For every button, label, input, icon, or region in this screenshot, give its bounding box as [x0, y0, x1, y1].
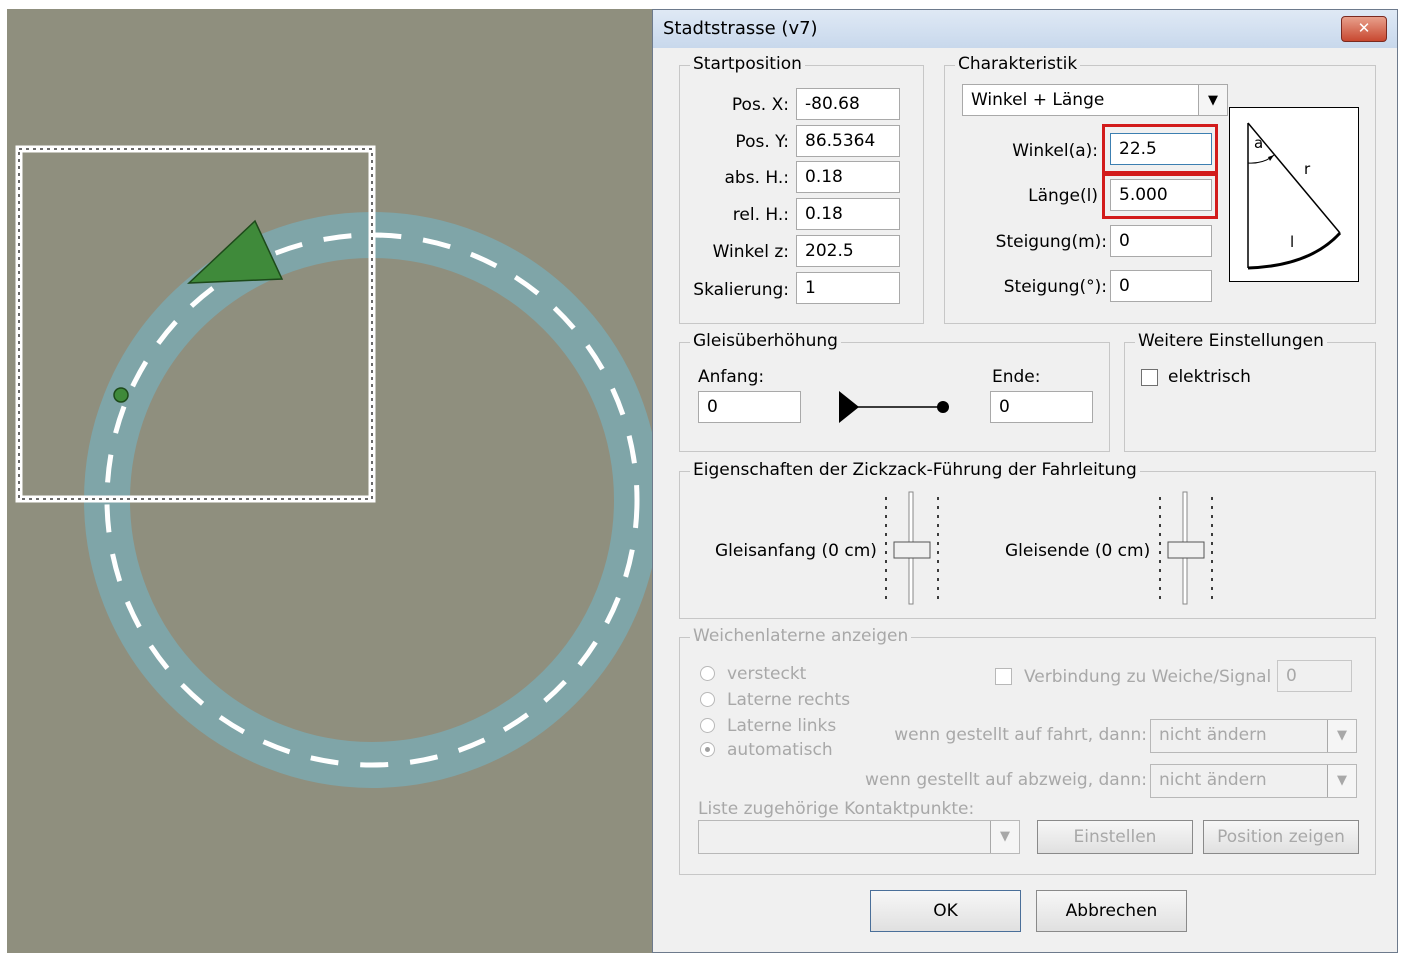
ende-input[interactable]: 0	[990, 391, 1093, 423]
charakteristik-legend: Charakteristik	[955, 54, 1081, 74]
track-viewport[interactable]	[7, 9, 652, 953]
steigung-deg-input[interactable]: 0	[1110, 270, 1212, 302]
fahrt-label: wenn gestellt auf fahrt, dann:	[894, 725, 1147, 745]
winkel-a-input[interactable]: 22.5	[1110, 133, 1212, 165]
gleisueberhoehung-legend: Gleisüberhöhung	[690, 331, 841, 351]
winkel-z-label: Winkel z:	[712, 242, 789, 262]
weichenlaterne-legend: Weichenlaterne anzeigen	[690, 626, 912, 646]
abzweig-select[interactable]: nicht ändern ▼	[1150, 764, 1357, 798]
laenge-input[interactable]: 5.000	[1110, 179, 1212, 211]
steigung-m-label: Steigung(m):	[995, 232, 1107, 252]
diagram-label-a: a	[1254, 134, 1264, 152]
gleisende-label: Gleisende (0 cm)	[1005, 541, 1151, 561]
radio-automatisch[interactable]	[700, 742, 715, 757]
pos-x-input[interactable]: -80.68	[796, 88, 900, 120]
liste-label: Liste zugehörige Kontaktpunkte:	[698, 799, 975, 819]
title-bar[interactable]: Stadtstrasse (v7) ✕	[653, 10, 1397, 48]
curve-diagram-graphic	[1247, 122, 1342, 270]
radio-versteckt-label: versteckt	[727, 664, 807, 684]
close-icon: ✕	[1357, 19, 1371, 37]
pos-y-label: Pos. Y:	[735, 132, 789, 152]
einstellen-button[interactable]: Einstellen	[1037, 820, 1193, 854]
radio-laterne-links[interactable]	[700, 718, 715, 733]
track-scene	[15, 145, 652, 788]
chevron-down-icon[interactable]: ▼	[1327, 765, 1356, 797]
diagram-label-r: r	[1304, 160, 1311, 178]
dialog-title: Stadtstrasse (v7)	[663, 18, 818, 39]
elektrisch-checkbox[interactable]	[1141, 369, 1158, 386]
abs-height-input[interactable]: 0.18	[796, 161, 900, 193]
pos-y-input[interactable]: 86.5364	[796, 125, 900, 157]
abzweig-select-value: nicht ändern	[1159, 770, 1267, 790]
radio-laterne-rechts[interactable]	[700, 692, 715, 707]
weitere-group: Weitere Einstellungen	[1124, 331, 1376, 452]
abs-height-label: abs. H.:	[724, 168, 790, 188]
start-point-marker[interactable]	[113, 387, 129, 403]
gleisanfang-slider[interactable]	[882, 491, 942, 605]
rel-height-label: rel. H.:	[732, 205, 789, 225]
superelevation-arrow-icon	[839, 391, 949, 423]
radio-automatisch-label: automatisch	[727, 740, 833, 760]
close-button[interactable]: ✕	[1341, 16, 1387, 42]
winkel-z-input[interactable]: 202.5	[796, 235, 900, 267]
abzweig-label: wenn gestellt auf abzweig, dann:	[865, 770, 1147, 790]
skalierung-input[interactable]: 1	[796, 272, 900, 304]
fahrt-select-value: nicht ändern	[1159, 725, 1267, 745]
chevron-down-icon[interactable]: ▼	[1198, 85, 1227, 115]
gleisanfang-label: Gleisanfang (0 cm)	[715, 541, 877, 561]
abbrechen-button[interactable]: Abbrechen	[1036, 890, 1187, 932]
verbindung-input[interactable]: 0	[1277, 660, 1352, 692]
verbindung-label: Verbindung zu Weiche/Signal	[1024, 667, 1272, 687]
curve-diagram: a r l	[1229, 107, 1359, 282]
weitere-legend: Weitere Einstellungen	[1135, 331, 1327, 351]
anfang-input[interactable]: 0	[698, 391, 801, 423]
ende-label: Ende:	[992, 367, 1041, 387]
verbindung-checkbox[interactable]	[995, 668, 1012, 685]
radio-versteckt[interactable]	[700, 666, 715, 681]
winkel-a-label: Winkel(a):	[1012, 141, 1098, 161]
chevron-down-icon[interactable]: ▼	[990, 821, 1019, 853]
diagram-label-l: l	[1290, 233, 1295, 251]
rel-height-input[interactable]: 0.18	[796, 198, 900, 230]
kontaktpunkte-select[interactable]: ▼	[698, 820, 1020, 854]
steigung-deg-label: Steigung(°):	[1003, 277, 1107, 297]
elektrisch-label: elektrisch	[1168, 367, 1251, 387]
radio-laterne-links-label: Laterne links	[727, 716, 837, 736]
chevron-down-icon[interactable]: ▼	[1327, 720, 1356, 752]
pos-x-label: Pos. X:	[731, 95, 789, 115]
gleisende-slider[interactable]	[1156, 491, 1216, 605]
position-zeigen-button[interactable]: Position zeigen	[1203, 820, 1359, 854]
radio-laterne-rechts-label: Laterne rechts	[727, 690, 851, 710]
ok-button[interactable]: OK	[870, 890, 1021, 932]
skalierung-label: Skalierung:	[693, 280, 789, 300]
properties-dialog: Stadtstrasse (v7) ✕ Startposition Pos. X…	[652, 9, 1398, 953]
mode-select[interactable]: Winkel + Länge ▼	[962, 84, 1228, 116]
startposition-legend: Startposition	[690, 54, 805, 74]
anfang-label: Anfang:	[698, 367, 765, 387]
mode-select-value: Winkel + Länge	[971, 90, 1105, 110]
fahrt-select[interactable]: nicht ändern ▼	[1150, 719, 1357, 753]
steigung-m-input[interactable]: 0	[1110, 225, 1212, 257]
laenge-label: Länge(l)	[1028, 186, 1098, 206]
direction-marker[interactable]	[187, 219, 284, 284]
zickzack-legend: Eigenschaften der Zickzack-Führung der F…	[690, 460, 1140, 480]
